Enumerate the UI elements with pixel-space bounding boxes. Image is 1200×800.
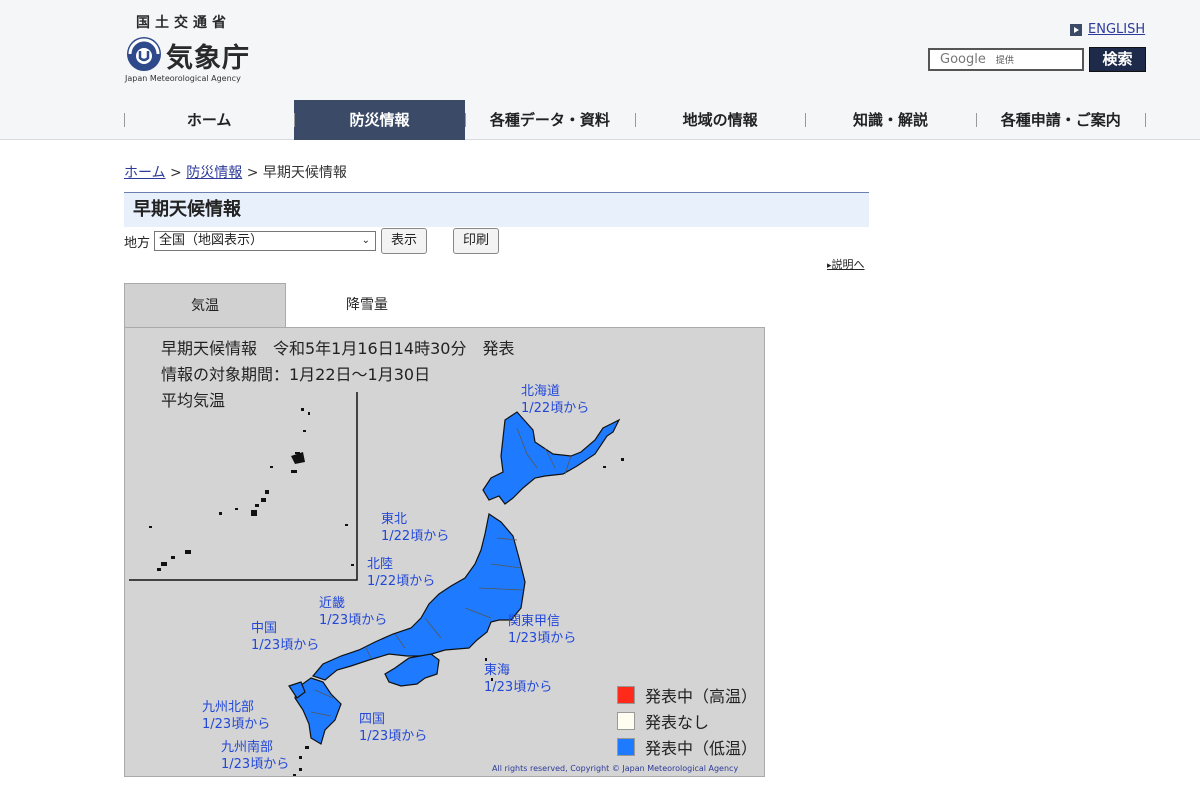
- tab-bar: 気温 降雪量: [124, 283, 764, 327]
- region-name: 東北: [381, 512, 408, 527]
- region-date: 1/23頃から: [221, 757, 290, 772]
- region-name: 中国: [251, 621, 278, 636]
- legend-swatch-none: [617, 712, 635, 730]
- region-label-kanto-koshin[interactable]: 関東甲信 1/23頃から: [508, 613, 576, 647]
- region-date: 1/22頃から: [521, 401, 590, 416]
- region-date: 1/23頃から: [251, 638, 320, 653]
- region-label-kyushu-south[interactable]: 九州南部 1/23頃から: [221, 739, 289, 773]
- region-select-value: 全国（地図表示）: [159, 233, 264, 248]
- region-name: 四国: [359, 712, 386, 727]
- map-legend: 発表中（高温） 発表なし 発表中（低温）: [617, 682, 757, 760]
- legend-label: 発表中（高温）: [645, 687, 758, 706]
- region-label-kyushu-north[interactable]: 九州北部 1/23頃から: [202, 699, 270, 733]
- print-button[interactable]: 印刷: [453, 228, 500, 254]
- legend-label: 発表なし: [645, 713, 710, 732]
- region-label: 地方: [124, 235, 151, 251]
- english-link-label: ENGLISH: [1088, 22, 1146, 37]
- tab-snowfall[interactable]: 降雪量: [286, 283, 448, 327]
- inset-frame: [129, 392, 358, 581]
- region-label-tohoku[interactable]: 東北 1/22頃から: [381, 511, 449, 545]
- region-name: 近畿: [319, 596, 346, 611]
- region-label-chugoku[interactable]: 中国 1/23頃から: [251, 620, 319, 654]
- issue-time: 早期天候情報 令和5年1月16日14時30分 発表: [161, 339, 515, 358]
- region-name: 東海: [484, 663, 511, 678]
- google-provided-label: 提供: [995, 56, 1014, 66]
- nav-regional-info[interactable]: 地域の情報: [634, 100, 805, 140]
- region-name: 関東甲信: [508, 614, 561, 629]
- chevron-down-icon: ⌄: [361, 235, 371, 246]
- region-controls: 地方 全国（地図表示） ⌄ 表示 印刷: [124, 228, 500, 254]
- legend-swatch-low: [617, 738, 635, 756]
- jma-emblem-icon: [127, 37, 161, 71]
- nav-disaster-info[interactable]: 防災情報: [294, 100, 465, 140]
- breadcrumb-home[interactable]: ホーム: [124, 165, 166, 181]
- arrow-right-icon: [1070, 23, 1082, 36]
- legend-swatch-high: [617, 686, 635, 704]
- region-name: 九州南部: [221, 740, 274, 755]
- breadcrumb-separator: >: [246, 165, 259, 181]
- region-label-kinki[interactable]: 近畿 1/23頃から: [319, 595, 387, 629]
- breadcrumb: ホーム > 防災情報 > 早期天候情報: [124, 162, 347, 182]
- region-select[interactable]: 全国（地図表示） ⌄: [154, 231, 377, 251]
- region-date: 1/23頃から: [319, 613, 388, 628]
- region-date: 1/23頃から: [508, 631, 577, 646]
- region-label-shikoku[interactable]: 四国 1/23頃から: [359, 711, 427, 745]
- english-link[interactable]: ENGLISH: [1070, 22, 1145, 37]
- explanation-link[interactable]: ▸説明へ: [827, 256, 865, 272]
- region-label-hokuriku[interactable]: 北陸 1/22頃から: [367, 556, 435, 590]
- site-header: 国土交通省 気象庁 Japan Meteorological Agency EN…: [0, 0, 1200, 140]
- region-label-tokai[interactable]: 東海 1/23頃から: [484, 662, 552, 696]
- japan-landmass: [288, 411, 621, 745]
- breadcrumb-current: 早期天候情報: [262, 165, 347, 181]
- legend-item-high: 発表中（高温）: [617, 682, 757, 708]
- nav-data[interactable]: 各種データ・資料: [464, 100, 635, 140]
- region-name: 九州北部: [202, 700, 255, 715]
- breadcrumb-separator: >: [170, 165, 182, 181]
- forecast-info: 早期天候情報 令和5年1月16日14時30分 発表 情報の対象期間：1月22日～…: [161, 336, 514, 414]
- main-nav: ホーム 防災情報 各種データ・資料 地域の情報 知識・解説 各種申請・ご案内: [124, 100, 1147, 140]
- nav-knowledge[interactable]: 知識・解説: [805, 100, 975, 140]
- region-date: 1/23頃から: [359, 729, 428, 744]
- target-period: 情報の対象期間：1月22日～1月30日: [161, 365, 431, 384]
- agency-name-en: Japan Meteorological Agency: [125, 74, 241, 83]
- ministry-name: 国土交通省: [136, 15, 231, 31]
- region-date: 1/23頃から: [202, 717, 271, 732]
- agency-name: 気象庁: [166, 43, 250, 74]
- explanation-link-label: 説明へ: [831, 258, 865, 271]
- nav-applications[interactable]: 各種申請・ご案内: [975, 100, 1147, 140]
- element-name: 平均気温: [161, 391, 226, 410]
- tab-temperature[interactable]: 気温: [124, 283, 286, 327]
- nav-home[interactable]: ホーム: [124, 100, 294, 140]
- region-date: 1/22頃から: [367, 574, 436, 589]
- inset-islands: [149, 408, 354, 571]
- search-input[interactable]: Google 提供: [928, 48, 1084, 71]
- page-title: 早期天候情報: [124, 192, 869, 227]
- copyright-notice: All rights reserved, Copyright © Japan M…: [492, 764, 739, 773]
- region-label-hokkaido[interactable]: 北海道 1/22頃から: [521, 383, 589, 417]
- forecast-map: 早期天候情報 令和5年1月16日14時30分 発表 情報の対象期間：1月22日～…: [124, 327, 765, 777]
- google-brand: Google: [940, 52, 986, 67]
- legend-item-none: 発表なし: [617, 708, 757, 734]
- legend-item-low: 発表中（低温）: [617, 734, 757, 760]
- legend-label: 発表中（低温）: [645, 739, 758, 758]
- region-date: 1/23頃から: [484, 680, 553, 695]
- breadcrumb-disaster-info[interactable]: 防災情報: [186, 165, 242, 181]
- jma-logo[interactable]: 国土交通省 気象庁 Japan Meteorological Agency: [124, 12, 264, 86]
- region-name: 北海道: [521, 384, 561, 399]
- region-date: 1/22頃から: [381, 529, 450, 544]
- search-button[interactable]: 検索: [1089, 47, 1146, 72]
- show-button[interactable]: 表示: [381, 228, 428, 254]
- region-name: 北陸: [367, 557, 394, 572]
